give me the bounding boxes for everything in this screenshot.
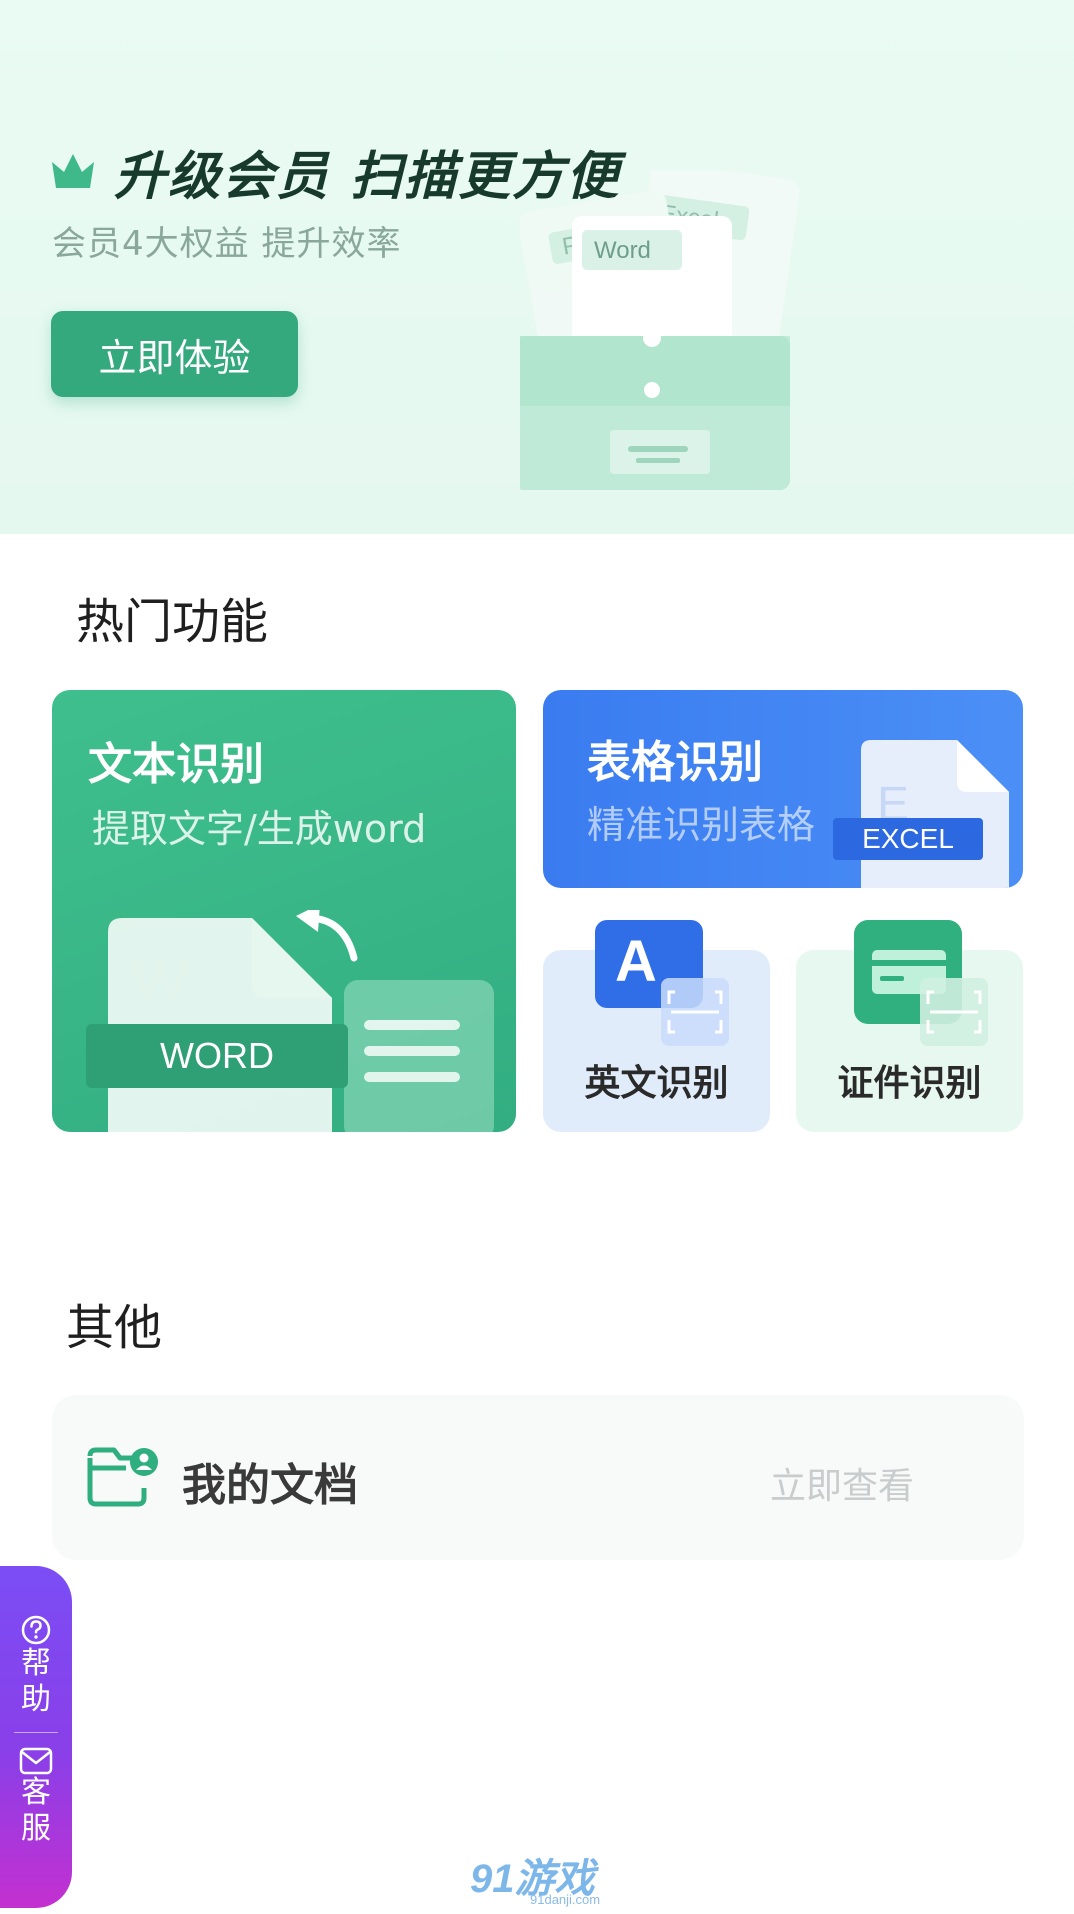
english-scan-icon [595,920,729,1046]
watermark-logo: 91游戏 91danji.com [470,1846,610,1908]
side-divider [14,1732,58,1733]
help-label: 帮助 [21,1646,51,1717]
my-documents-row[interactable]: 我的文档 立即查看 [52,1395,1024,1560]
word-badge: WORD [160,1035,274,1076]
excel-document-illustration: E [833,740,1009,888]
word-doc-label: Word [594,237,651,264]
customer-service-label: 客服 [21,1775,51,1846]
document-folder-illustration: Excel PDF Word [520,170,800,490]
id-recognition-label: 证件识别 [837,1063,982,1104]
other-section-title: 其他 [66,1300,163,1356]
english-letter: A [615,929,657,994]
word-document-illustration: W [86,910,494,1132]
document-folder-icon [87,1447,158,1507]
member-banner[interactable]: 升级会员 扫描更方便 会员4大权益 提升效率 立即体验 Excel PDF Wo… [0,0,1074,534]
text-recognition-card[interactable]: 文本识别 提取文字/生成word W WORD [52,690,516,1132]
english-recognition-label: 英文识别 [584,1063,729,1104]
my-documents-label: 我的文档 [182,1460,358,1511]
crown-icon [52,154,94,188]
floating-side-bar: 帮助 客服 [0,1566,72,1908]
excel-badge: EXCEL [862,823,954,854]
id-recognition-card[interactable]: 证件识别 [796,920,1023,1132]
svg-text:W: W [132,946,189,1013]
mail-icon [19,1747,53,1775]
watermark-domain: 91danji.com [530,1892,601,1907]
banner-subtitle: 会员4大权益 提升效率 [52,224,402,264]
table-recognition-subtitle: 精准识别表格 [587,803,816,847]
table-recognition-title: 表格识别 [587,737,763,788]
text-recognition-title: 文本识别 [88,739,264,790]
view-now-link[interactable]: 立即查看 [770,1457,914,1509]
id-card-scan-icon [854,920,988,1046]
help-button[interactable]: 帮助 [0,1614,72,1718]
text-recognition-subtitle: 提取文字/生成word [92,807,427,851]
hot-features-title: 热门功能 [76,594,269,650]
customer-service-button[interactable]: 客服 [0,1747,72,1847]
question-icon [21,1615,51,1645]
table-recognition-card[interactable]: 表格识别 精准识别表格 E EXCEL [543,690,1023,888]
english-recognition-card[interactable]: A 英文识别 [543,920,770,1132]
try-now-button[interactable]: 立即体验 [51,311,298,397]
